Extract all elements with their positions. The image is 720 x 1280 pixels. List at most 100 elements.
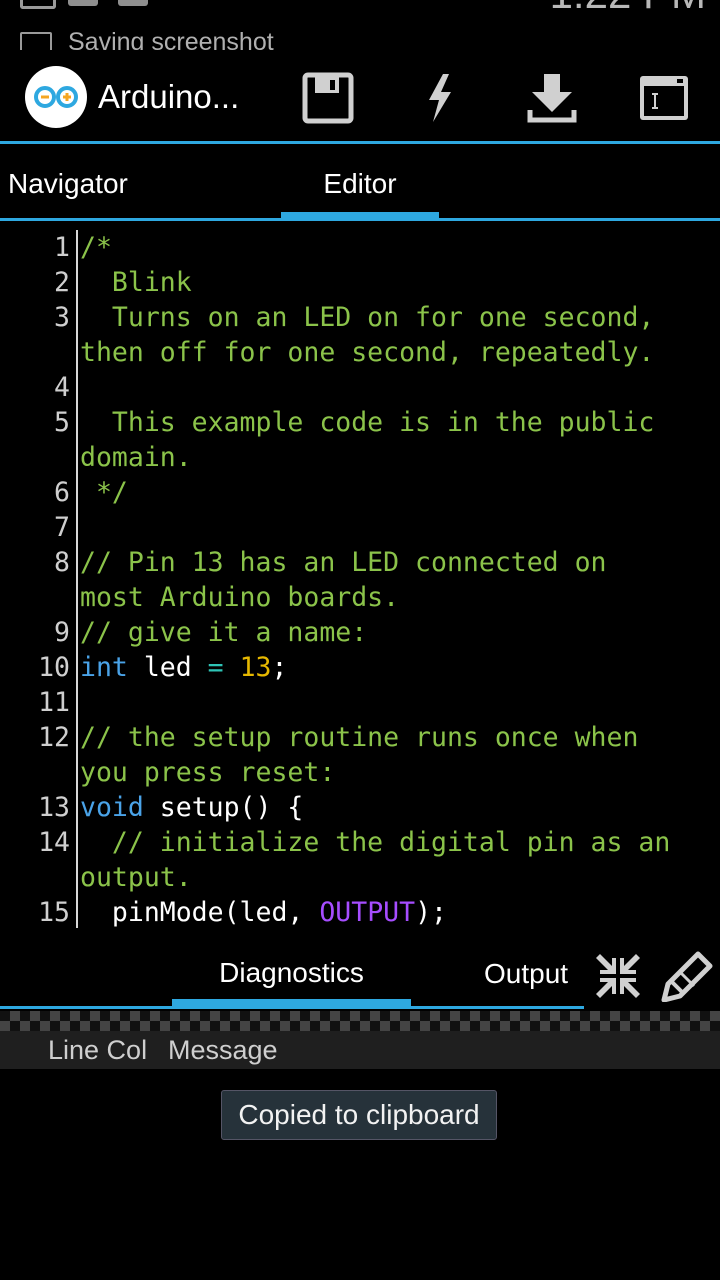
code-text[interactable]: Turns on an LED on for one second,: [70, 300, 654, 335]
code-text[interactable]: then off for one second, repeatedly.: [70, 335, 654, 370]
upload-button[interactable]: [524, 70, 580, 126]
code-editor[interactable]: 1/* 2 Blink 3 Turns on an LED on for one s…: [0, 230, 720, 928]
code-text[interactable]: void setup() {: [70, 790, 303, 825]
code-text[interactable]: int led = 13;: [70, 650, 287, 685]
serial-monitor-button[interactable]: [636, 70, 692, 126]
active-tab-indicator: [281, 212, 439, 221]
code-token: =: [207, 652, 224, 683]
code-token: void: [80, 792, 144, 823]
code-token: setup() {: [143, 792, 304, 823]
tab-diagnostics[interactable]: Diagnostics: [172, 942, 411, 1004]
code-text[interactable]: Blink: [70, 265, 192, 300]
code-line[interactable]: domain.: [0, 440, 720, 475]
code-line[interactable]: 2 Blink: [0, 265, 720, 300]
line-number: 10: [38, 652, 70, 683]
code-line[interactable]: 11: [0, 685, 720, 720]
column-header-line-col[interactable]: Line Col: [48, 1035, 147, 1066]
code-line[interactable]: 15 pinMode(led, OUTPUT);: [0, 895, 720, 928]
edit-button[interactable]: [658, 950, 714, 1006]
notification-icon: [118, 0, 148, 6]
line-number: [0, 440, 70, 475]
line-number: 11: [38, 687, 70, 718]
code-line[interactable]: output.: [0, 860, 720, 895]
code-line[interactable]: 9 // give it a name:: [0, 615, 720, 650]
code-line[interactable]: 5 This example code is in the public: [0, 405, 720, 440]
tab-editor[interactable]: Editor: [281, 147, 439, 217]
code-text[interactable]: // initialize the digital pin as an: [70, 825, 670, 860]
diagnostics-table-header: Line Col Message: [0, 1031, 720, 1069]
code-token: */: [80, 477, 128, 508]
tab-navigator[interactable]: Navigator: [8, 147, 128, 217]
code-text[interactable]: // the setup routine runs once when: [70, 720, 638, 755]
line-number: 3: [54, 302, 70, 333]
code-token: // Pin 13 has an LED connected on: [80, 547, 607, 578]
line-number: 8: [54, 547, 70, 578]
pencil-icon: [661, 951, 713, 1003]
status-time: 1:22 PM: [550, 0, 706, 18]
code-line[interactable]: 14 // initialize the digital pin as an: [0, 825, 720, 860]
code-token: int: [80, 652, 128, 683]
save-icon: [302, 72, 354, 124]
line-number: [0, 860, 70, 895]
line-number: [0, 755, 70, 790]
arduino-logo-icon[interactable]: [25, 66, 87, 128]
code-text[interactable]: you press reset:: [70, 755, 335, 790]
code-text[interactable]: */: [70, 475, 128, 510]
code-token: led: [127, 652, 208, 683]
code-line[interactable]: 3 Turns on an LED on for one second,: [0, 300, 720, 335]
line-number: [0, 335, 70, 370]
code-token: pinMode(led,: [80, 897, 320, 928]
code-text[interactable]: [70, 510, 80, 545]
line-number: 1: [54, 232, 70, 263]
line-number: 6: [54, 477, 70, 508]
code-text[interactable]: // Pin 13 has an LED connected on: [70, 545, 607, 580]
code-text[interactable]: This example code is in the public: [70, 405, 654, 440]
line-number: 9: [54, 617, 70, 648]
code-token: output.: [80, 862, 192, 893]
code-text[interactable]: pinMode(led, OUTPUT);: [70, 895, 447, 928]
code-token: Turns on an LED on for one second,: [80, 302, 655, 333]
line-number: 14: [38, 827, 70, 858]
code-token: ;: [271, 652, 288, 683]
collapse-icon: [596, 954, 640, 998]
code-line[interactable]: 6 */: [0, 475, 720, 510]
code-text[interactable]: output.: [70, 860, 192, 895]
gutter-divider: [76, 230, 78, 928]
code-line[interactable]: 1 /*: [0, 230, 720, 265]
compile-button[interactable]: [412, 70, 468, 126]
line-number: [0, 580, 70, 615]
bottom-active-tab-indicator: [172, 999, 411, 1009]
code-text[interactable]: domain.: [70, 440, 192, 475]
code-text[interactable]: [70, 370, 80, 405]
code-line[interactable]: you press reset:: [0, 755, 720, 790]
save-button[interactable]: [300, 70, 356, 126]
code-line[interactable]: 7: [0, 510, 720, 545]
code-line[interactable]: then off for one second, repeatedly.: [0, 335, 720, 370]
code-line[interactable]: 10 int led = 13;: [0, 650, 720, 685]
line-number: 2: [54, 267, 70, 298]
code-token: domain.: [80, 442, 192, 473]
code-line[interactable]: most Arduino boards.: [0, 580, 720, 615]
resize-handle[interactable]: [0, 1011, 720, 1031]
code-text[interactable]: most Arduino boards.: [70, 580, 399, 615]
code-token: then off for one second, repeatedly.: [80, 337, 655, 368]
code-line[interactable]: 12 // the setup routine runs once when: [0, 720, 720, 755]
action-bar: Arduino...: [0, 50, 720, 144]
lightning-icon: [429, 74, 451, 122]
code-line[interactable]: 4: [0, 370, 720, 405]
collapse-panel-button[interactable]: [592, 950, 648, 1006]
column-header-message[interactable]: Message: [168, 1035, 278, 1066]
line-number: 4: [54, 372, 70, 403]
code-text[interactable]: // give it a name:: [70, 615, 367, 650]
code-text[interactable]: [70, 685, 80, 720]
tab-output[interactable]: Output: [484, 942, 568, 1004]
code-lines[interactable]: 1/* 2 Blink 3 Turns on an LED on for one s…: [0, 230, 720, 928]
line-number: 7: [54, 512, 70, 543]
code-token: you press reset:: [80, 757, 336, 788]
status-bar: 1:22 PM Saving screenshot: [0, 0, 720, 52]
serial-monitor-icon: [640, 76, 688, 120]
code-line[interactable]: 8 // Pin 13 has an LED connected on: [0, 545, 720, 580]
code-line[interactable]: 13 void setup() {: [0, 790, 720, 825]
notification-text: Saving screenshot: [68, 28, 274, 52]
